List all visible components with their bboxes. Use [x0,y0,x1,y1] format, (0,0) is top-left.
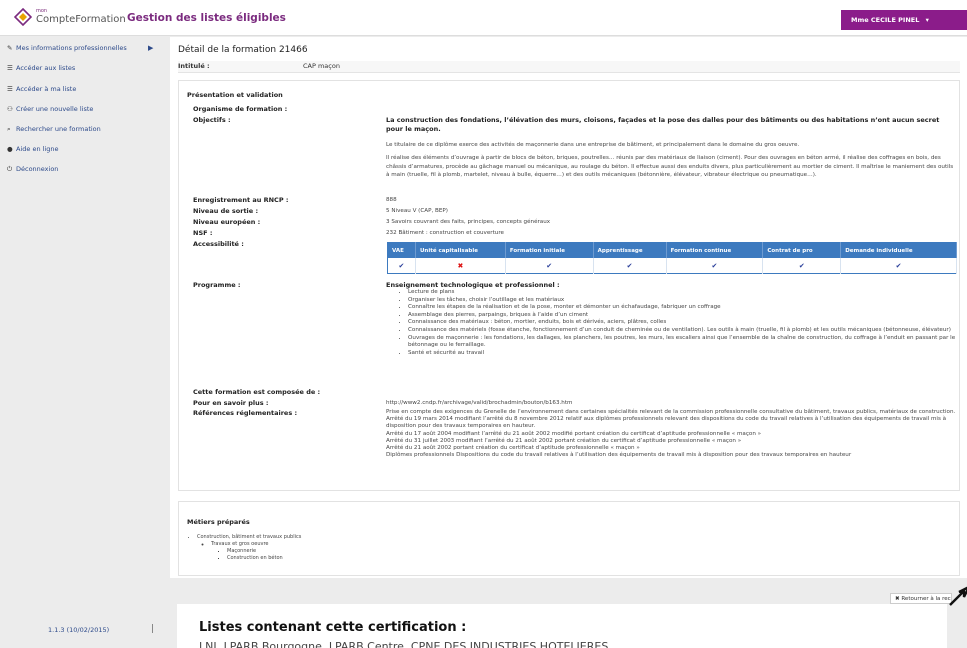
table-header-row: VAE Unité capitalisable Formation initia… [387,242,957,258]
column-header: Apprentissage [593,242,667,258]
metiers-tree: Construction, bâtiment et travaux public… [187,534,301,562]
niveau-label: Niveau de sortie : [193,207,259,215]
metiers-title: Métiers préparés [187,518,250,526]
search-icon: ⌕ [7,125,11,133]
sidebar-item-label: Accéder à ma liste [16,85,77,93]
sidebar-item-acceder-ma-liste[interactable]: ☰ Accéder à ma liste [7,85,76,93]
metier-level-2: Travaux et gros oeuvre [211,541,269,547]
objectifs-title: La construction des fondations, l’élévat… [386,116,940,133]
cross-icon: ✖ [415,258,506,274]
objectifs-paragraph-1: Le titulaire de ce diplôme exerce des ac… [386,142,800,148]
intitule-value: CAP maçon [303,62,340,70]
europeen-value: 3 Savoirs couvrant des faits, principes,… [386,219,551,225]
programme-label: Programme : [193,281,241,289]
sidebar-item-label: Créer une nouvelle liste [16,105,94,113]
list-item: Connaître les étapes de la réalisation e… [408,304,958,312]
niveau-value: 5 Niveau V (CAP, BEP) [386,208,448,214]
check-icon: ✔ [505,258,594,274]
column-header: Demande individuelle [840,242,957,258]
sidebar-item-mes-informations[interactable]: ✎ Mes informations professionnelles [7,44,127,52]
certification-lists-panel: Listes contenant cette certification : L… [177,604,947,648]
metier-level-3: Construction en béton [227,555,301,562]
references-list: Prise en compte des exigences du Grenell… [386,409,956,459]
organisme-label: Organisme de formation : [193,105,288,113]
accessibility-table: VAE Unité capitalisable Formation initia… [387,242,957,274]
app-title: Gestion des listes éligibles [127,12,286,24]
logo-diamond-icon [14,8,32,26]
nsf-label: NSF : [193,229,213,237]
sidebar-item-label: Accéder aux listes [16,64,76,72]
sidebar: ✎ Mes informations professionnelles ▶ ☰ Ac… [0,37,168,597]
accessibilite-label: Accessibilité : [193,240,244,248]
pencil-icon: ✎ [7,44,13,52]
column-header: Unité capitalisable [415,242,506,258]
references-label: Références réglementaires : [193,409,298,417]
divider [152,624,153,633]
certification-lists-title: Listes contenant cette certification : [199,620,467,635]
column-header: Contrat de pro [762,242,842,258]
sidebar-item-label: Rechercher une formation [16,125,101,133]
reference-line: Arrêté du 19 mars 2014 modifiant l’arrêt… [386,416,947,430]
list-item: Lecture de plans [408,289,958,297]
intitule-bar [178,61,960,73]
objectifs-paragraph-2: Il réalise des éléments d’ouvrage à part… [386,155,954,178]
users-icon: ⚇ [7,105,13,113]
help-icon: ● [7,145,13,153]
check-icon: ✔ [666,258,764,274]
rncp-value: 888 [386,197,397,203]
sidebar-item-label: Mes informations professionnelles [16,44,127,52]
power-icon: ⏻ [7,165,13,173]
check-icon: ✔ [593,258,667,274]
column-header: Formation continue [666,242,764,258]
list-item: Connaissance des matériaux : béton, mort… [408,319,958,327]
check-icon: ✔ [840,258,957,274]
nsf-value: 232 Bâtiment : construction et couvertur… [386,230,504,236]
list-item: Connaissance des matériels (fosse étanch… [408,327,958,335]
check-icon: ✔ [762,258,842,274]
reference-line: Arrêté du 17 août 2004 modifiant l’arrêt… [386,430,762,437]
sidebar-item-deconnexion[interactable]: ⏻ Déconnexion [7,165,58,174]
chevron-down-icon: ▾ [925,16,929,24]
arrow-pointer-icon [949,586,967,606]
column-header: VAE [387,242,416,258]
sidebar-item-creer-liste[interactable]: ⚇ Créer une nouvelle liste [7,105,93,113]
programme-list: Lecture de plans Organiser les tâches, c… [398,289,958,357]
list-icon: ☰ [7,85,13,93]
sidebar-item-rechercher[interactable]: ⌕ Rechercher une formation [7,125,101,134]
top-bar: mon CompteFormation Gestion des listes é… [0,0,967,36]
app-version: 1.1.3 (10/02/2015) [48,626,110,634]
back-to-search-button[interactable]: ✖ Retourner à la recherche [890,593,952,604]
sidebar-item-aide[interactable]: ● Aide en ligne [7,145,59,153]
europeen-label: Niveau européen : [193,218,261,226]
column-header: Formation initiale [505,242,594,258]
sidebar-item-acceder-listes[interactable]: ☰ Accéder aux listes [7,64,75,72]
logo-name: CompteFormation [36,14,126,25]
metier-level-3: Maçonnerie [227,548,301,555]
savoir-label: Pour en savoir plus : [193,399,269,407]
chevron-right-icon[interactable]: ▶ [148,44,153,52]
reference-line: Arrêté du 31 juillet 2003 modifiant l’ar… [386,437,742,444]
logo[interactable]: mon CompteFormation [14,6,126,32]
list-item: Ouvrages de maçonnerie : les fondations,… [408,335,958,350]
composee-label: Cette formation est composée de : [193,388,321,396]
page-title: Détail de la formation 21466 [178,45,308,55]
savoir-link[interactable]: http://www2.cndp.fr/archivage/valid/broc… [386,399,572,408]
list-icon: ☰ [7,64,13,72]
sidebar-item-label: Aide en ligne [16,145,59,153]
sidebar-item-label: Déconnexion [16,165,59,173]
list-item: Santé et sécurité au travail [408,350,958,358]
section-title: Présentation et validation [187,91,283,99]
user-menu[interactable]: Mme CECILE PINEL ▾ [841,10,967,30]
check-icon: ✔ [387,258,416,274]
table-row: ✔ ✖ ✔ ✔ ✔ ✔ ✔ [387,258,957,274]
certification-lists-text: LNI, LPARB Bourgogne, LPARB Centre, CPNE… [199,640,609,648]
objectifs-label: Objectifs : [193,116,231,124]
rncp-label: Enregistrement au RNCP : [193,196,289,204]
metier-level-1: Construction, bâtiment et travaux public… [197,534,302,540]
intitule-label: Intitulé : [178,62,210,70]
reference-line: Diplômes professionnels Dispositions du … [386,452,852,459]
user-name: Mme CECILE PINEL [851,16,920,24]
